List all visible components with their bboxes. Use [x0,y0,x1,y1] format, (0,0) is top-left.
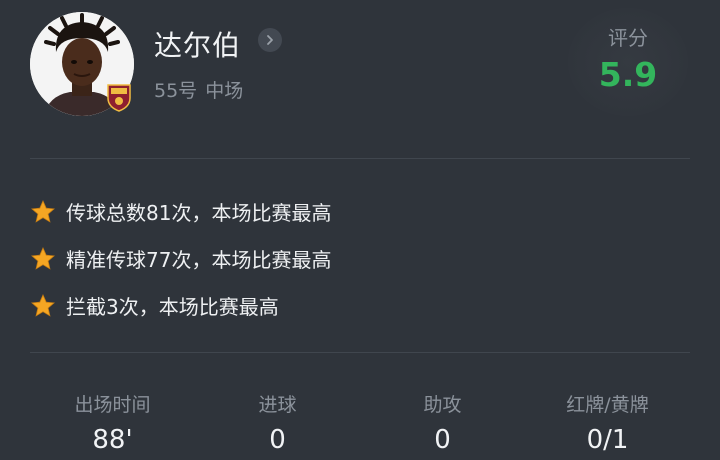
stat-value: 88' [92,425,133,455]
divider [30,352,690,353]
star-icon [31,246,55,270]
rating-value: 5.9 [598,55,658,94]
chevron-right-icon [267,35,273,45]
stat-value: 0 [434,425,451,455]
player-position: 中场 [205,80,244,102]
stat-value: 0/1 [586,425,629,455]
stat-minutes: 出场时间 88' [30,390,195,455]
stat-assists: 助攻 0 [360,390,525,455]
player-detail-button[interactable] [258,28,282,52]
stats-row: 出场时间 88' 进球 0 助攻 0 红牌/黄牌 0/1 [30,390,690,455]
highlight-item: 传球总数81次，本场比赛最高 [30,188,331,235]
stat-cards: 红牌/黄牌 0/1 [525,390,690,455]
highlight-text: 传球总数81次，本场比赛最高 [66,201,332,225]
player-meta: 55号 中场 [154,76,243,103]
star-icon [31,199,55,223]
stat-label: 进球 [258,394,297,416]
highlight-item: 拦截3次，本场比赛最高 [30,282,331,329]
highlight-text: 精准传球77次，本场比赛最高 [66,248,332,272]
player-name[interactable]: 达尔伯 [154,24,241,64]
player-number: 55号 [154,80,198,102]
player-card: 达尔伯 55号 中场 评分 5.9 传球总数81次，本场比赛最高 精准传球77次，… [0,0,720,460]
stat-label: 红牌/黄牌 [566,394,649,416]
stat-label: 助攻 [423,394,462,416]
stat-goals: 进球 0 [195,390,360,455]
club-badge [104,82,134,112]
stat-value: 0 [269,425,286,455]
club-crest-icon [107,84,131,112]
stat-label: 出场时间 [74,394,151,416]
highlight-item: 精准传球77次，本场比赛最高 [30,235,331,282]
highlights-list: 传球总数81次，本场比赛最高 精准传球77次，本场比赛最高 拦截3次，本场比赛最… [30,188,331,329]
highlight-text: 拦截3次，本场比赛最高 [66,295,279,319]
divider [30,158,690,159]
rating-label: 评分 [608,26,648,50]
star-icon [31,293,55,317]
rating-box: 评分 5.9 [568,8,688,116]
